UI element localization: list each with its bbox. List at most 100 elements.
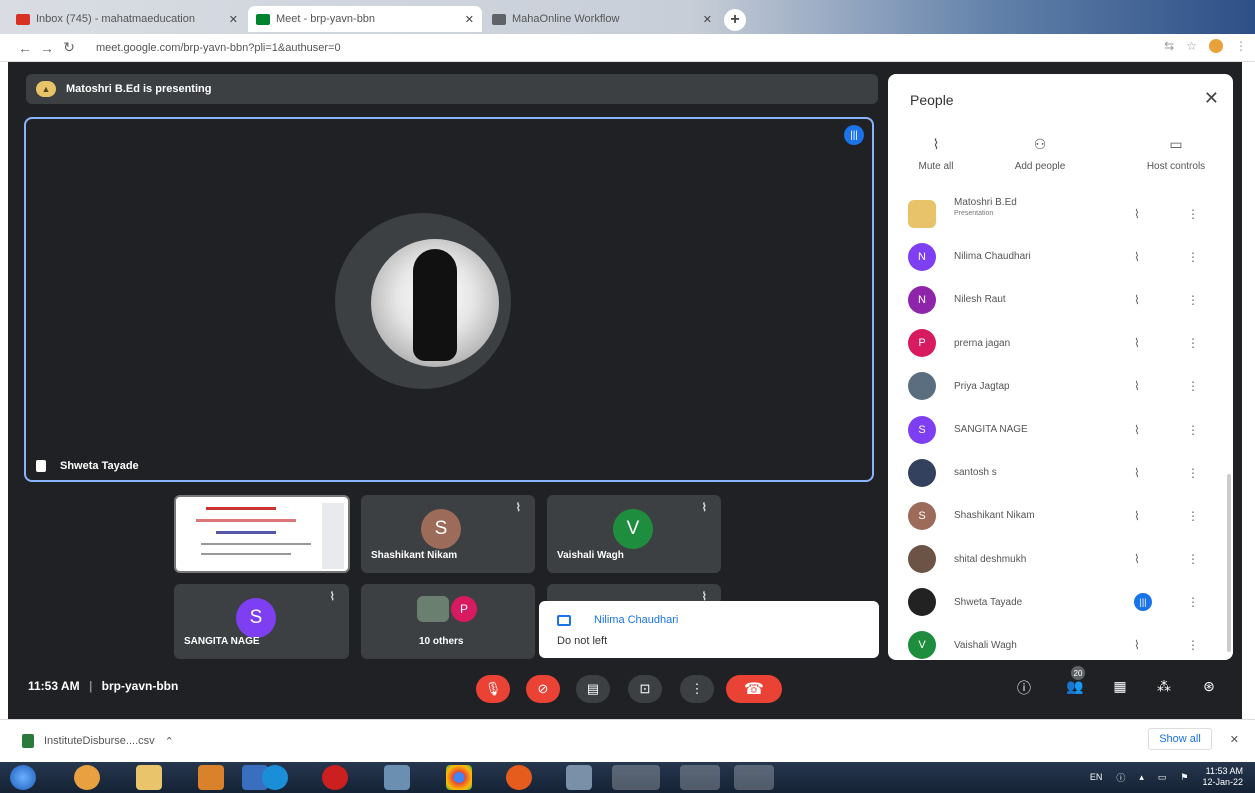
flag-icon[interactable]: ⚑	[1180, 772, 1188, 783]
opera-icon[interactable]	[322, 765, 348, 790]
activities-icon[interactable]: ⁂	[1154, 678, 1174, 695]
chevron-up-icon[interactable]: ⌃	[165, 735, 174, 748]
more-options-icon[interactable]: ⋮	[1187, 250, 1199, 264]
more-options-icon[interactable]: ⋮	[1187, 552, 1199, 566]
new-tab-button[interactable]: +	[724, 9, 746, 31]
list-item[interactable]: V Vaishali Wagh ⌇ ⋮	[888, 624, 1233, 667]
mic-off-icon[interactable]: ⌇	[1134, 509, 1140, 523]
pin-icon[interactable]	[36, 460, 46, 472]
avatar: S	[908, 501, 936, 530]
list-item[interactable]: Shweta Tayade ||| ⋮	[888, 581, 1233, 624]
people-icon[interactable]: 👥	[1065, 678, 1085, 695]
others-tile[interactable]: P 10 others	[361, 584, 535, 659]
list-item[interactable]: N Nilima Chaudhari ⌇ ⋮	[888, 235, 1233, 278]
show-all-button[interactable]: Show all	[1148, 728, 1212, 750]
list-item[interactable]: N Nilesh Raut ⌇ ⋮	[888, 278, 1233, 321]
leave-call-button[interactable]: ☎	[726, 675, 782, 703]
participant-count-badge: 20	[1071, 666, 1085, 680]
mute-all-button[interactable]: ⌇ Mute all	[896, 136, 976, 172]
more-options-icon[interactable]: ⋮	[1187, 379, 1199, 393]
forward-icon[interactable]: →	[36, 40, 58, 56]
url-field[interactable]: meet.google.com/brp-yavn-bbn?pli=1&authu…	[96, 42, 341, 54]
mic-off-icon[interactable]: ⌇	[1134, 336, 1140, 350]
network-app-icon[interactable]	[384, 765, 410, 790]
close-icon[interactable]: ✕	[1230, 733, 1239, 746]
internet-explorer-icon[interactable]	[262, 765, 288, 790]
list-item[interactable]: shital deshmukh ⌇ ⋮	[888, 538, 1233, 581]
more-options-icon[interactable]: ⋮	[1187, 595, 1199, 609]
chat-icon[interactable]: ▦	[1110, 678, 1130, 695]
participant-tile[interactable]: ⌇ S SANGITA NAGE	[174, 584, 349, 659]
chat-notification[interactable]: Nilima Chaudhari Do not left	[539, 601, 879, 658]
extension-icon[interactable]	[1209, 39, 1223, 53]
mic-off-icon[interactable]: ⌇	[1134, 466, 1140, 480]
mic-off-icon[interactable]: ⌇	[1134, 552, 1140, 566]
menu-dots-icon[interactable]: ⋮	[1235, 39, 1247, 53]
up-arrow-icon[interactable]: ▴	[1139, 772, 1144, 783]
cast-icon[interactable]: ⇆	[1164, 39, 1174, 53]
list-item[interactable]: Priya Jagtap ⌇ ⋮	[888, 365, 1233, 408]
mic-off-icon[interactable]: ⌇	[1134, 293, 1140, 307]
close-tab-icon[interactable]: ✕	[465, 13, 474, 26]
host-controls-button[interactable]: ▭ Host controls	[1124, 136, 1228, 172]
list-item[interactable]: P prerna jagan ⌇ ⋮	[888, 322, 1233, 365]
more-options-icon[interactable]: ⋮	[1187, 423, 1199, 437]
more-options-icon[interactable]: ⋮	[1187, 509, 1199, 523]
presenting-banner[interactable]: ▲ Matoshri B.Ed is presenting	[26, 74, 878, 104]
more-options-icon[interactable]: ⋮	[1187, 466, 1199, 480]
media-center-icon[interactable]	[198, 765, 224, 790]
file-explorer-icon[interactable]	[136, 765, 162, 790]
more-options-button[interactable]: ⋮	[680, 675, 714, 703]
camera-toggle-button[interactable]: ⊘	[526, 675, 560, 703]
chrome-icon[interactable]	[446, 765, 472, 790]
tab-workflow[interactable]: MahaOnline Workflow ✕	[484, 6, 720, 32]
reload-icon[interactable]: ↻	[58, 39, 80, 56]
language-indicator[interactable]: EN	[1090, 772, 1103, 782]
present-button[interactable]: ⊡	[628, 675, 662, 703]
more-options-icon[interactable]: ⋮	[1187, 638, 1199, 652]
calculator-icon[interactable]	[566, 765, 592, 790]
mic-off-icon[interactable]: ⌇	[1134, 423, 1140, 437]
list-item[interactable]: S SANGITA NAGE ⌇ ⋮	[888, 408, 1233, 451]
scrollbar[interactable]	[1227, 474, 1231, 652]
clock[interactable]: 11:53 AM 12-Jan-22	[1202, 766, 1243, 788]
mic-off-icon[interactable]: ⌇	[1134, 379, 1140, 393]
word-icon[interactable]	[680, 765, 720, 790]
participant-tile[interactable]: ⌇ S Shashikant Nikam	[361, 495, 535, 573]
list-item[interactable]: S Shashikant Nikam ⌇ ⋮	[888, 494, 1233, 537]
tab-title: Inbox (745) - mahatmaeducation	[36, 13, 195, 25]
add-people-button[interactable]: ⚇ Add people	[1000, 136, 1080, 172]
avatar: S	[908, 415, 936, 444]
avatar: S	[236, 598, 276, 638]
presentation-thumbnail[interactable]	[174, 495, 350, 573]
more-options-icon[interactable]: ⋮	[1187, 336, 1199, 350]
close-icon[interactable]: ✕	[1204, 88, 1219, 109]
bookmark-star-icon[interactable]: ☆	[1186, 39, 1197, 53]
download-item[interactable]: InstituteDisburse....csv ⌃	[22, 734, 174, 748]
media-player-icon[interactable]	[74, 765, 100, 790]
info-icon[interactable]: ⓘ	[1014, 678, 1034, 698]
participant-tile[interactable]: ⌇ V Vaishali Wagh	[547, 495, 721, 573]
tab-meet[interactable]: Meet - brp-yavn-bbn ✕	[248, 6, 482, 32]
list-item[interactable]: Matoshri B.Ed Presentation ⌇ ⋮	[888, 192, 1233, 235]
main-video-tile[interactable]: ||| Shweta Tayade	[24, 117, 874, 482]
taskbar-open-app[interactable]	[612, 765, 660, 790]
close-tab-icon[interactable]: ✕	[229, 13, 238, 26]
mic-toggle-button[interactable]: 🎙	[476, 675, 510, 703]
network-icon[interactable]: ▭	[1158, 772, 1167, 783]
mic-off-icon[interactable]: ⌇	[1134, 638, 1140, 652]
captions-button[interactable]: ▤	[576, 675, 610, 703]
more-options-icon[interactable]: ⋮	[1187, 293, 1199, 307]
excel-icon[interactable]	[734, 765, 774, 790]
back-icon[interactable]: ←	[14, 40, 36, 56]
host-controls-icon[interactable]: ⊛	[1199, 678, 1219, 695]
mic-off-icon[interactable]: ⌇	[1134, 207, 1140, 221]
help-icon[interactable]: ⓘ	[1116, 771, 1125, 784]
mic-off-icon[interactable]: ⌇	[1134, 250, 1140, 264]
firefox-icon[interactable]	[506, 765, 532, 790]
list-item[interactable]: santosh s ⌇ ⋮	[888, 451, 1233, 494]
tab-gmail[interactable]: Inbox (745) - mahatmaeducation ✕	[8, 6, 246, 32]
more-options-icon[interactable]: ⋮	[1187, 207, 1199, 221]
close-tab-icon[interactable]: ✕	[703, 13, 712, 26]
start-button[interactable]	[10, 765, 36, 790]
